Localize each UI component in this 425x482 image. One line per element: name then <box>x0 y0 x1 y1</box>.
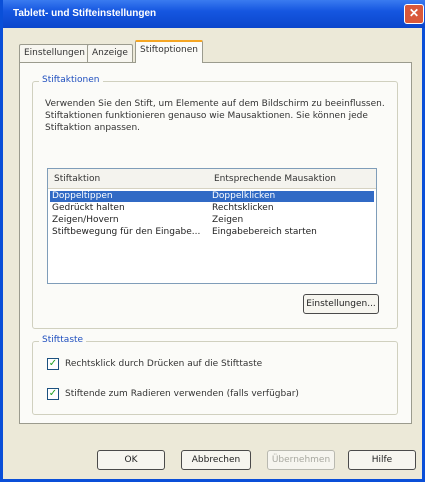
eraser-checkbox-label[interactable]: Stiftende zum Radieren verwenden (falls … <box>65 389 299 399</box>
list-row[interactable]: Zeigen/Hovern Zeigen <box>50 215 374 226</box>
row-pen-action: Stiftbewegung für den Eingabe... <box>52 227 201 237</box>
row-mouse-action: Rechtsklicken <box>212 203 274 213</box>
title-bar[interactable]: Tablett- und Stifteinstellungen ✕ <box>3 0 425 28</box>
window-title: Tablett- und Stifteinstellungen <box>13 8 157 19</box>
dialog-window: Tablett- und Stifteinstellungen ✕ Einste… <box>0 0 425 482</box>
apply-button[interactable]: Übernehmen <box>267 450 335 470</box>
column-header-mausaktion[interactable]: Entsprechende Mausaktion <box>214 174 336 184</box>
cancel-button[interactable]: Abbrechen <box>181 450 251 470</box>
stiftaktionen-group: Stiftaktionen Verwenden Sie den Stift, u… <box>32 75 398 329</box>
ok-button[interactable]: OK <box>97 450 165 470</box>
tab-einstellungen[interactable]: Einstellungen <box>19 44 91 62</box>
close-icon: ✕ <box>408 6 420 20</box>
list-row[interactable]: Doppeltippen Doppelklicken <box>50 191 374 202</box>
row-mouse-action: Eingabebereich starten <box>212 227 317 237</box>
stifttaste-legend: Stifttaste <box>39 335 87 345</box>
list-row[interactable]: Gedrückt halten Rechtsklicken <box>50 203 374 214</box>
row-mouse-action: Doppelklicken <box>212 191 276 201</box>
stiftaktionen-settings-button[interactable]: Einstellungen... <box>303 294 379 314</box>
help-button[interactable]: Hilfe <box>348 450 416 470</box>
row-pen-action: Doppeltippen <box>52 191 113 201</box>
stiftaktionen-legend: Stiftaktionen <box>39 75 103 85</box>
close-button[interactable]: ✕ <box>404 4 424 24</box>
row-mouse-action: Zeigen <box>212 215 244 225</box>
column-header-stiftaktion[interactable]: Stiftaktion <box>54 174 100 184</box>
row-pen-action: Gedrückt halten <box>52 203 125 213</box>
list-row[interactable]: Stiftbewegung für den Eingabe... Eingabe… <box>50 227 374 238</box>
row-pen-action: Zeigen/Hovern <box>52 215 119 225</box>
tab-panel: Stiftaktionen Verwenden Sie den Stift, u… <box>19 62 412 424</box>
right-click-checkbox-label[interactable]: Rechtsklick durch Drücken auf die Stiftt… <box>65 359 262 369</box>
list-header: Stiftaktion Entsprechende Mausaktion <box>48 169 376 189</box>
tab-anzeige[interactable]: Anzeige <box>87 44 133 62</box>
stiftaktionen-description: Verwenden Sie den Stift, um Elemente auf… <box>45 99 385 133</box>
eraser-checkbox[interactable]: ✓ <box>47 388 59 400</box>
stifttaste-group: Stifttaste ✓ Rechtsklick durch Drücken a… <box>32 335 398 415</box>
right-click-checkbox[interactable]: ✓ <box>47 358 59 370</box>
tab-stiftoptionen[interactable]: Stiftoptionen <box>135 40 203 63</box>
pen-action-list[interactable]: Stiftaktion Entsprechende Mausaktion Dop… <box>47 168 377 284</box>
